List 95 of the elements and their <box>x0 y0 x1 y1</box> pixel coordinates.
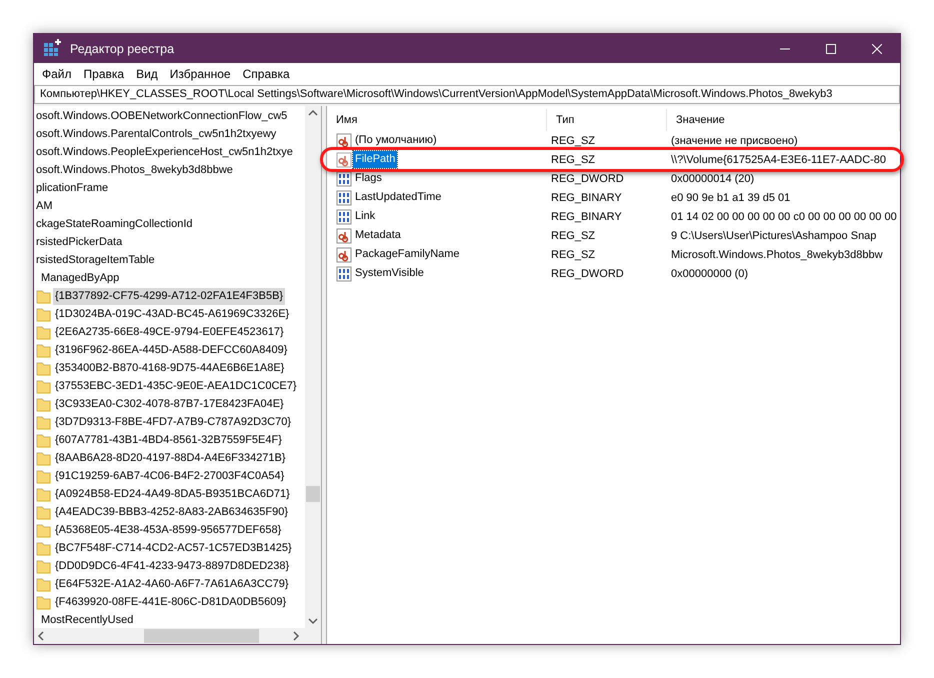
value-type: REG_SZ <box>550 154 596 166</box>
value-name[interactable]: (По умолчанию) <box>353 132 439 149</box>
value-type: REG_BINARY <box>550 210 623 222</box>
menu-item[interactable]: Правка <box>78 64 130 84</box>
value-data: 01 14 02 00 00 00 00 00 c0 00 00 00 00 00 00 <box>670 210 898 222</box>
folder-icon <box>36 324 51 340</box>
tree-item[interactable]: {8AAB6A28-8D20-4197-88D4-A4E6F334271B} <box>53 450 288 466</box>
folder-icon <box>36 576 51 592</box>
tree-item[interactable]: osoft.Windows.Photos_8wekyb3d8bbwe <box>34 162 235 178</box>
address-bar[interactable]: Компьютер\HKEY_CLASSES_ROOT\Local Settings\Software\Microsoft\Windows\CurrentVersion\AppModel\SystemAppData\Microsoft.Windows.Photos_8wekyb3 <box>34 85 900 104</box>
menu-item[interactable]: Избранное <box>164 64 237 84</box>
folder-icon <box>36 306 51 322</box>
binary-value-icon <box>336 208 352 224</box>
tree-item[interactable]: {E64F532E-A1A2-4A60-A6F7-7A61A6A3CC79} <box>53 576 291 592</box>
value-data: Microsoft.Windows.Photos_8wekyb3d8bbw <box>670 248 884 260</box>
tree-item[interactable]: AM <box>34 198 54 214</box>
string-value-icon <box>336 228 352 244</box>
scrollbar-thumb[interactable] <box>306 486 320 502</box>
folder-icon <box>36 486 51 502</box>
folder-icon <box>36 558 51 574</box>
folder-icon <box>36 450 51 466</box>
scrollbar-thumb[interactable] <box>144 629 259 643</box>
string-value-icon <box>336 246 352 262</box>
menu-item[interactable]: Файл <box>36 64 78 84</box>
value-type: REG_DWORD <box>550 172 625 184</box>
folder-icon <box>36 432 51 448</box>
value-name[interactable]: LastUpdatedTime <box>353 189 444 206</box>
binary-value-icon <box>336 266 352 282</box>
tree-item[interactable]: plicationFrame <box>34 180 110 196</box>
column-header[interactable]: Имя <box>327 109 547 131</box>
value-name[interactable]: PackageFamilyName <box>353 246 462 263</box>
tree-item[interactable]: rsistedPickerData <box>34 234 124 250</box>
value-name[interactable]: Flags <box>353 170 384 187</box>
folder-icon <box>36 504 51 520</box>
tree-item[interactable]: {1B377892-CF75-4299-A712-02FA1E4F3B5B} <box>53 288 286 304</box>
tree-item[interactable]: {2E6A2735-66E8-49CE-9794-E0EFE4523617} <box>53 324 286 340</box>
menu-item[interactable]: Справка <box>236 64 296 84</box>
close-icon <box>872 44 882 54</box>
folder-icon <box>36 360 51 376</box>
tree-item[interactable]: {607A7781-43B1-4BD4-8561-32B7559F5E4F} <box>53 432 284 448</box>
value-type: REG_BINARY <box>550 192 623 204</box>
value-data: 0x00000000 (0) <box>670 268 750 280</box>
tree-item[interactable]: {A5368E05-4E38-453A-8599-956577DEF658} <box>53 522 284 538</box>
app-icon <box>42 37 62 57</box>
folder-icon <box>36 378 51 394</box>
tree-item[interactable]: osoft.Windows.ParentalControls_cw5n1h2txyewy <box>34 126 278 142</box>
tree-item[interactable]: osoft.Windows.PeopleExperienceHost_cw5n1h2txye <box>34 144 295 160</box>
maximize-icon <box>826 44 836 54</box>
tree-item[interactable]: {3196F962-86EA-445D-A588-DEFCC60A8409} <box>53 342 290 358</box>
value-type: REG_SZ <box>550 230 596 242</box>
binary-value-icon <box>336 170 352 186</box>
folder-icon <box>36 288 51 304</box>
tree-item[interactable]: rsistedStorageItemTable <box>34 252 157 268</box>
string-value-icon <box>336 152 352 168</box>
folder-icon <box>36 396 51 412</box>
menu-item[interactable]: Вид <box>130 64 164 84</box>
value-name[interactable]: SystemVisible <box>353 265 426 282</box>
tree-item[interactable]: osoft.Windows.OOBENetworkConnectionFlow_cw5 <box>34 108 290 124</box>
tree-item[interactable]: {BC7F548F-C714-4CD2-AC57-1C57ED3B1425} <box>53 540 294 556</box>
tree-item[interactable]: {37553EBC-3ED1-435C-9E0E-AEA1DC1C0CE7} <box>53 378 299 394</box>
folder-icon <box>36 540 51 556</box>
value-name[interactable]: FilePath <box>353 151 398 168</box>
value-data: (значение не присвоено) <box>670 134 799 146</box>
string-value-icon <box>336 132 352 148</box>
tree-item[interactable]: {1D3024BA-019C-43AD-BC45-A61969C3326E} <box>53 306 292 322</box>
folder-icon <box>36 342 51 358</box>
tree-item[interactable]: {3D7D9313-F8BE-4FD7-A7B9-C787A92D3C70} <box>53 414 294 430</box>
tree-item[interactable]: MostRecentlyUsed <box>39 612 136 628</box>
value-type: REG_SZ <box>550 248 596 260</box>
value-data: \\?\Volume{617525A4-E3E6-11E7-AADC-80 <box>670 154 888 166</box>
value-data: e0 90 9e b1 a1 39 d5 01 <box>670 192 792 204</box>
tree-item[interactable]: {353400B2-B870-4168-9D75-44AE6B6E1A8E} <box>53 360 286 376</box>
tree-item[interactable]: {3C933EA0-C302-4078-87B7-17E8423FA04E} <box>53 396 286 412</box>
column-header[interactable]: Тип <box>547 109 667 131</box>
tree-item[interactable]: {A4EADC39-BBB3-4252-8A83-2AB634635F90} <box>53 504 290 520</box>
tree-item[interactable]: {91C19259-6AB7-4C06-B4F2-27003F4C0A54} <box>53 468 286 484</box>
tree-item[interactable]: {A0924B58-ED24-4A49-8DA5-B9351BCA6D71} <box>53 486 292 502</box>
value-type: REG_SZ <box>550 134 596 146</box>
value-name[interactable]: Metadata <box>353 227 403 244</box>
folder-icon <box>36 414 51 430</box>
value-data: 9 C:\Users\User\Pictures\Ashampoo Snap <box>670 230 878 242</box>
folder-icon <box>36 468 51 484</box>
tree-item[interactable]: ckageStateRoamingCollectionId <box>34 216 195 232</box>
binary-value-icon <box>336 190 352 206</box>
folder-icon <box>36 522 51 538</box>
column-header[interactable]: Значение <box>667 109 900 131</box>
tree-item[interactable]: {F4639920-08FE-441E-806C-D81DA0DB5609} <box>53 594 288 610</box>
value-type: REG_DWORD <box>550 268 625 280</box>
address-path[interactable]: Компьютер\HKEY_CLASSES_ROOT\Local Settings\Software\Microsoft\Windows\CurrentVersion\AppModel\SystemAppData\Microsoft.Windows.Photos_8wekyb3 <box>40 88 832 100</box>
window-title: Редактор реестра <box>70 42 176 56</box>
tree-item[interactable]: ManagedByApp <box>39 270 122 286</box>
folder-icon <box>36 594 51 610</box>
tree-item[interactable]: {DD0D9DC6-4F41-4233-9473-8897D8DED238} <box>53 558 292 574</box>
value-name[interactable]: Link <box>353 208 378 225</box>
value-data: 0x00000014 (20) <box>670 172 756 184</box>
